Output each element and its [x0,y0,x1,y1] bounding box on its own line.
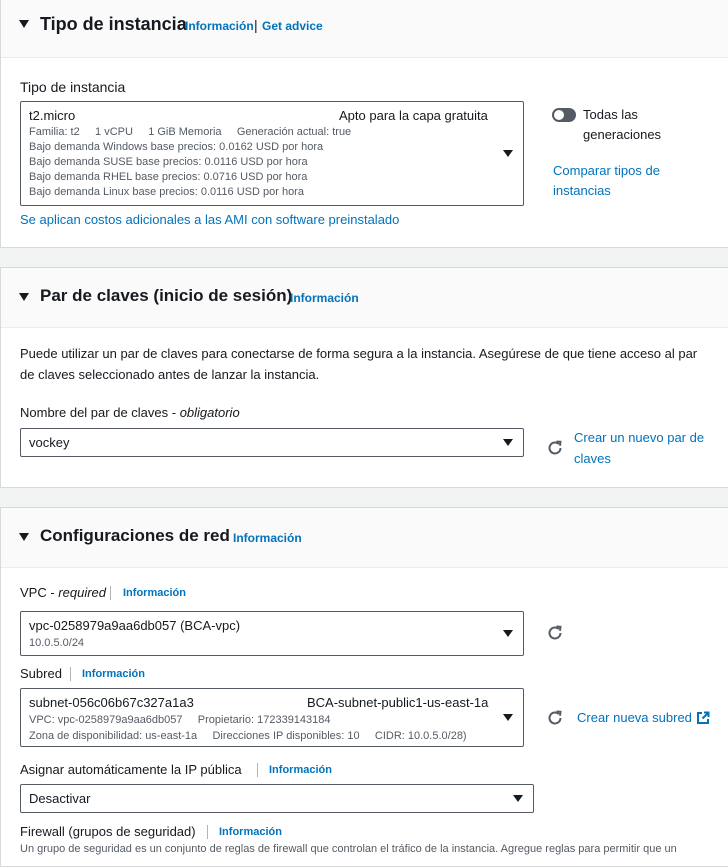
price-rhel: Bajo demanda RHEL base precios: 0.0716 U… [29,171,308,183]
firewall-label: Firewall (grupos de seguridad) [20,824,196,839]
instance-details-line: Familia: t2 1 vCPU 1 GiB Memoria Generac… [29,126,352,138]
vpc-cidr: 10.0.5.0/24 [29,637,85,649]
vpc-label: VPC - required [20,585,106,600]
ami-costs-link[interactable]: Se aplican costos adicionales a las AMI … [20,212,399,227]
key-pair-required-text: obligatorio [179,405,240,420]
create-subnet-link[interactable]: Crear nueva subred [577,710,692,725]
collapse-caret-icon[interactable] [19,533,29,541]
key-pair-description-1: Puede utilizar un par de claves para con… [20,346,698,361]
subnet-details-line: VPC: vpc-0258979a9aa6db057 Propietario: … [29,714,331,726]
instance-type-name: t2.micro [29,108,76,123]
header-divider: | [254,17,258,33]
key-pair-header: Par de claves (inicio de sesión) Informa… [1,268,728,328]
compare-instance-types-link-2[interactable]: instancias [553,183,611,198]
subnet-id: subnet-056c06b67c327a1a3 [29,695,194,710]
all-generations-toggle[interactable] [552,108,576,122]
instance-type-select[interactable]: t2.micro Apto para la capa gratuita Fami… [20,101,524,206]
key-pair-field-label: Nombre del par de claves - obligatorio [20,405,240,420]
refresh-icon[interactable] [546,439,564,457]
collapse-caret-icon[interactable] [19,293,29,301]
chevron-down-icon [503,150,513,157]
refresh-icon[interactable] [546,624,564,642]
key-pair-panel: Par de claves (inicio de sesión) Informa… [0,267,728,488]
create-key-pair-link-2[interactable]: claves [574,451,611,466]
divider [207,825,208,839]
subnet-select[interactable]: subnet-056c06b67c327a1a3 BCA-subnet-publ… [20,688,524,747]
vpc-select[interactable]: vpc-0258979a9aa6db057 (BCA-vpc) 10.0.5.0… [20,611,524,656]
vpc-value: vpc-0258979a9aa6db057 (BCA-vpc) [29,618,241,633]
subnet-info-link[interactable]: Información [82,668,145,680]
chevron-down-icon [503,714,513,721]
divider [70,667,71,681]
all-generations-label-1: Todas las [583,107,638,122]
subnet-az-line: Zona de disponibilidad: us-east-1a Direc… [29,730,467,742]
external-link-icon[interactable] [696,711,710,725]
instance-type-panel: Tipo de instancia Información | Get advi… [0,0,728,248]
compare-instance-types-link-1[interactable]: Comparar tipos de [553,163,660,178]
instance-type-title: Tipo de instancia [40,14,187,34]
chevron-down-icon [503,439,513,446]
public-ip-select[interactable]: Desactivar [20,784,534,813]
all-generations-label-2: generaciones [583,127,662,142]
divider [257,763,258,777]
network-panel: Configuraciones de red Información VPC -… [0,507,728,867]
divider [110,586,111,600]
key-pair-field-label-text: Nombre del par de claves - [20,405,180,420]
get-advice-link[interactable]: Get advice [262,19,323,33]
key-pair-title: Par de claves (inicio de sesión) [40,286,293,305]
instance-type-header: Tipo de instancia Información | Get advi… [1,0,728,58]
instance-type-field-label: Tipo de instancia [20,79,126,95]
network-header: Configuraciones de red Información [1,508,728,568]
free-tier-text: Apto para la capa gratuita [339,108,488,123]
vpc-required-text: required [58,585,106,600]
subnet-name: BCA-subnet-public1-us-east-1a [307,695,489,710]
key-pair-info-link[interactable]: Información [290,291,359,305]
price-linux: Bajo demanda Linux base precios: 0.0116 … [29,186,304,198]
network-info-link[interactable]: Información [233,531,302,545]
chevron-down-icon [503,630,513,637]
key-pair-select[interactable]: vockey [20,428,524,457]
firewall-description: Un grupo de seguridad es un conjunto de … [20,843,677,855]
public-ip-info-link[interactable]: Información [269,764,332,776]
instance-type-info-link[interactable]: Información [185,19,254,33]
vpc-label-text: VPC - [20,585,59,600]
key-pair-value: vockey [29,435,70,450]
create-key-pair-link-1[interactable]: Crear un nuevo par de [574,430,704,445]
key-pair-description-2: de claves seleccionado antes de lanzar l… [20,367,320,382]
refresh-icon[interactable] [546,709,564,727]
collapse-caret-icon[interactable] [19,20,29,28]
price-windows: Bajo demanda Windows base precios: 0.016… [29,141,324,153]
vpc-info-link[interactable]: Información [123,587,186,599]
public-ip-value: Desactivar [29,791,91,806]
network-title: Configuraciones de red [40,526,230,545]
price-suse: Bajo demanda SUSE base precios: 0.0116 U… [29,156,308,168]
chevron-down-icon [513,795,523,802]
firewall-info-link[interactable]: Información [219,826,282,838]
public-ip-label: Asignar automáticamente la IP pública [20,762,242,777]
subnet-label: Subred [20,666,62,681]
